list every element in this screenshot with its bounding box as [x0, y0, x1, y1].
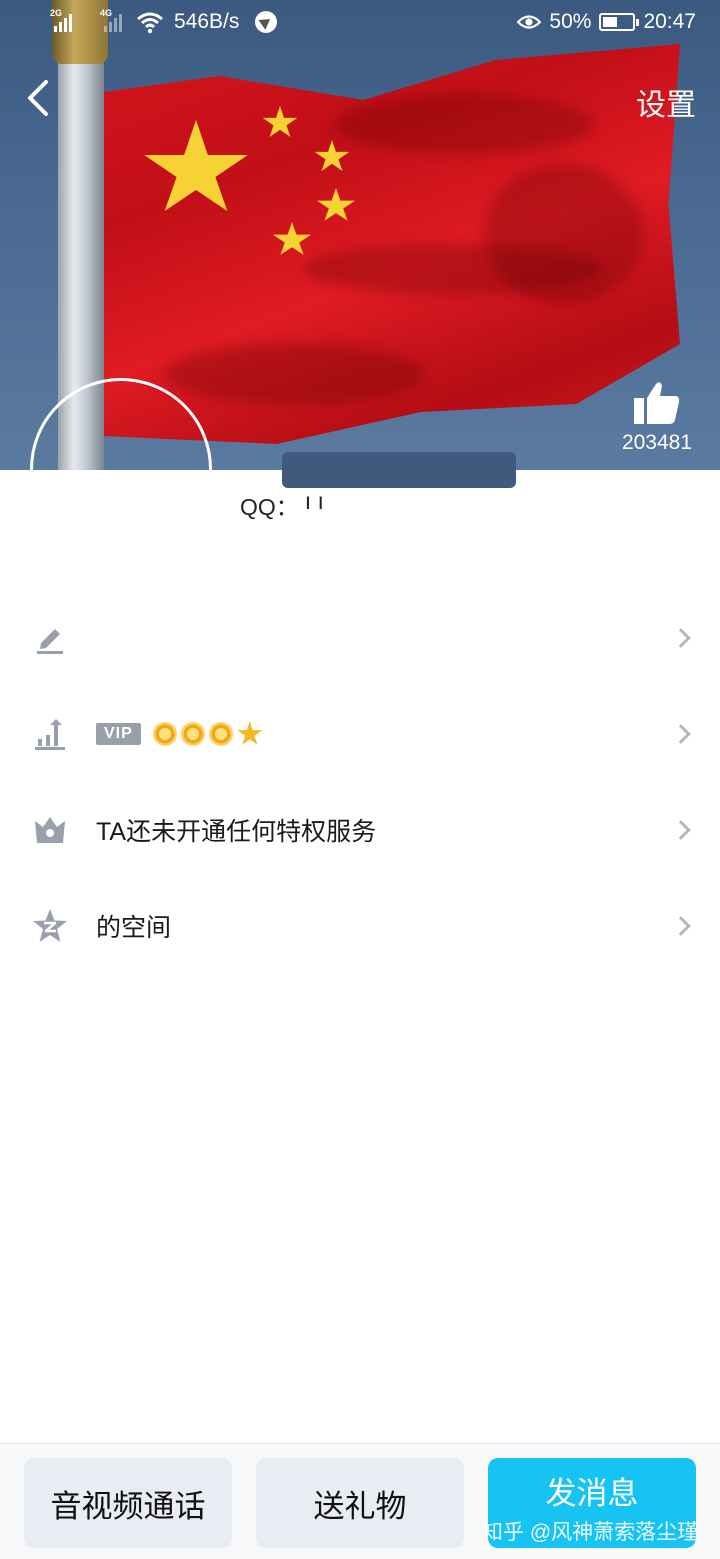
location-icon [255, 11, 278, 33]
chevron-right-icon [671, 916, 691, 936]
cell-signal-icon: 2G [50, 8, 76, 34]
chevron-right-icon [671, 820, 691, 840]
signature-row[interactable] [0, 590, 720, 686]
qzone-row[interactable]: 的空间 [0, 878, 720, 974]
clock: 20:47 [643, 10, 696, 33]
qq-label: QQ： [240, 494, 299, 520]
settings-button[interactable]: 设置 [636, 80, 696, 124]
like-button[interactable]: 203481 [612, 380, 702, 455]
level-row[interactable]: VIP [0, 686, 720, 782]
video-call-button[interactable]: 音视频通话 [24, 1458, 232, 1548]
battery-icon [599, 13, 640, 31]
national-flag [104, 44, 680, 444]
nickname-redacted [282, 452, 516, 488]
thumbs-up-icon [634, 382, 680, 424]
privilege-text: TA还未开通任何特权服务 [96, 818, 377, 846]
level-icon [32, 716, 68, 752]
edit-icon [32, 620, 68, 656]
back-arrow-icon[interactable] [18, 74, 58, 122]
battery-percent: 50% [549, 10, 592, 33]
network-speed: 546B/s [174, 10, 240, 33]
cell-signal-2-icon: 4G [100, 8, 126, 34]
qq-value: ı ı [304, 488, 324, 514]
crown-icon [32, 812, 68, 848]
network-type-label: 2G [50, 8, 63, 18]
wifi-icon [137, 12, 163, 34]
watermark-text: 知乎 @风神萧索落尘瑾 [482, 1521, 699, 1544]
battery-level [603, 17, 618, 27]
level-sun-icon [208, 722, 233, 746]
like-count: 203481 [621, 431, 693, 454]
qq-number: QQ： ı ı [240, 488, 324, 522]
vip-badge: VIP [96, 723, 141, 745]
level-sun-icon [180, 722, 205, 746]
network-type-label: 4G [100, 8, 113, 18]
chevron-right-icon [671, 628, 691, 648]
level-star-icon [237, 721, 263, 745]
chevron-right-icon [671, 724, 691, 744]
qzone-text: 的空间 [96, 914, 172, 942]
send-gift-button[interactable]: 送礼物 [256, 1458, 464, 1548]
privilege-row[interactable]: TA还未开通任何特权服务 [0, 782, 720, 878]
level-sun-icon [152, 722, 177, 746]
profile-info-list: VIP TA还未开通任何特权服务 的空间 [0, 590, 720, 974]
avatar[interactable] [30, 378, 212, 560]
status-bar: 2G 4G 546B/s 50% 20:47 [0, 0, 720, 48]
qzone-star-icon [32, 908, 68, 944]
eye-comfort-icon [517, 15, 542, 29]
